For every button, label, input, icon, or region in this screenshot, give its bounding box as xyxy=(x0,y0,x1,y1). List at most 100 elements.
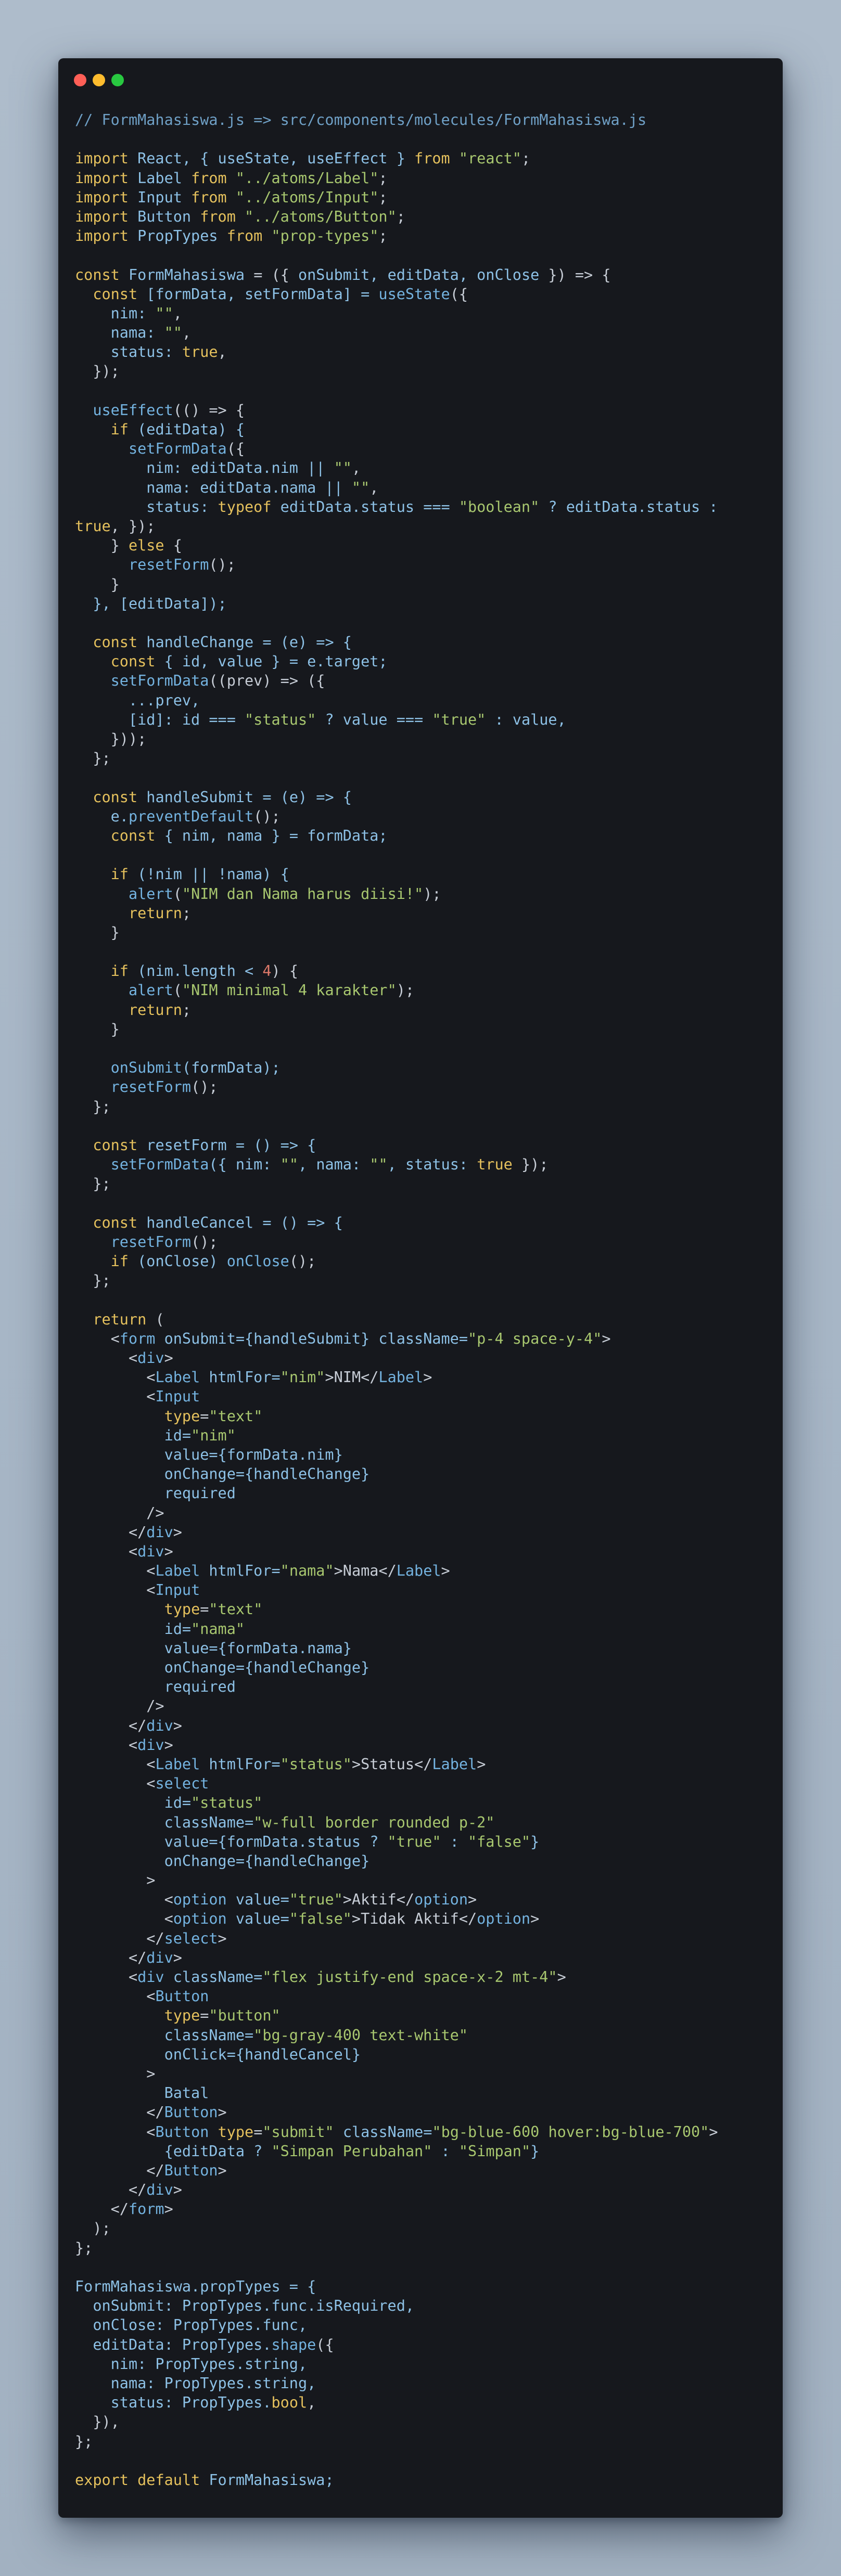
code-token-punct: (); xyxy=(191,1233,218,1251)
code-token-punct: </ xyxy=(75,1523,147,1541)
code-token-punct: }; xyxy=(75,2432,93,2450)
code-token-keyword: from xyxy=(200,208,236,225)
code-line: Batal xyxy=(75,2083,772,2103)
code-token-ident: ...prev, xyxy=(75,691,200,709)
close-window-icon[interactable] xyxy=(74,74,86,86)
code-line: onSubmit: PropTypes.func.isRequired, xyxy=(75,2296,772,2315)
code-token-func: setFormData xyxy=(110,1156,209,1174)
code-token-func: onSubmit xyxy=(110,1059,182,1077)
code-token-keyword: const xyxy=(93,285,138,303)
code-line: <Label htmlFor="nama">Nama</Label> xyxy=(75,1561,772,1580)
code-line: } xyxy=(75,575,772,594)
code-token-punct: > xyxy=(164,1542,173,1560)
code-token-ident: : xyxy=(441,1833,468,1850)
code-token-ident: [formData, setFormData] = xyxy=(137,285,379,303)
code-token-punct: = xyxy=(200,2007,209,2025)
code-token-punct: ; xyxy=(182,1001,192,1019)
code-line: }; xyxy=(75,1097,772,1116)
code-line: // FormMahasiswa.js => src/components/mo… xyxy=(75,110,772,130)
code-token-func: Button xyxy=(155,1988,209,2005)
code-token-ident: value= xyxy=(226,1910,289,1928)
code-token-ident: ? value === xyxy=(316,711,432,728)
code-token-punct: , xyxy=(307,2394,316,2412)
code-line: nim: editData.nim || "", xyxy=(75,458,772,478)
code-block[interactable]: // FormMahasiswa.js => src/components/mo… xyxy=(75,110,772,2490)
code-token-keyword: true xyxy=(182,343,218,361)
code-token-string: "" xyxy=(334,459,352,477)
code-token-string: "nim" xyxy=(191,1426,236,1444)
code-token-func: form xyxy=(128,2200,164,2218)
code-token-ident: id= xyxy=(75,1794,192,1812)
code-token-ident: onChange={handleChange} xyxy=(75,1465,370,1483)
code-token-keyword: return xyxy=(93,1310,147,1328)
code-token-keyword: if xyxy=(110,1253,129,1270)
code-token-ident: [id]: id === xyxy=(75,711,245,728)
maximize-window-icon[interactable] xyxy=(111,74,124,86)
code-token-punct: </ xyxy=(75,2181,147,2199)
code-token-punct: ({ xyxy=(450,285,468,303)
code-token-punct: , xyxy=(351,459,361,477)
code-token-ident: value={formData.status ? xyxy=(75,1833,388,1850)
code-token-ident: nim: xyxy=(75,304,156,322)
code-token-ident: nama: xyxy=(75,324,164,342)
code-token-ident: htmlFor= xyxy=(200,1369,281,1386)
code-token-ident: value= xyxy=(226,1891,289,1909)
code-line: }); xyxy=(75,362,772,381)
code-token-punct: >Status</ xyxy=(351,1755,432,1773)
code-token-func: Input xyxy=(155,1581,200,1599)
code-line: editData: PropTypes.shape({ xyxy=(75,2335,772,2354)
code-token-punct: }); xyxy=(512,1156,549,1174)
code-line: onChange={handleChange} xyxy=(75,1658,772,1677)
code-token-punct: > xyxy=(164,2200,173,2218)
code-token-string: "nim" xyxy=(280,1369,325,1386)
code-token-ident: ? editData.status : xyxy=(539,498,718,516)
code-token-func: setFormData xyxy=(110,672,209,690)
code-token-punct: > xyxy=(602,1330,611,1347)
code-token-punct: /> xyxy=(75,1697,164,1715)
code-token-punct: ; xyxy=(378,169,388,187)
code-token-string: "false" xyxy=(467,1833,531,1850)
code-token-keyword: true xyxy=(477,1156,513,1174)
code-token-ident: nim: editData.nim || xyxy=(75,459,334,477)
code-line: nama: editData.nama || "", xyxy=(75,478,772,497)
code-line: import Input from "../atoms/Input"; xyxy=(75,188,772,207)
code-line: const { id, value } = e.target; xyxy=(75,652,772,671)
code-token-punct: ); xyxy=(75,2220,111,2237)
code-line: ...prev, xyxy=(75,691,772,710)
code-token-ident: value={formData.nama} xyxy=(75,1639,352,1657)
code-token-ident: (nim.length < xyxy=(128,962,263,980)
code-token-keyword: else xyxy=(128,537,164,555)
code-line: e.preventDefault(); xyxy=(75,807,772,826)
code-token-func: resetForm xyxy=(110,1233,192,1251)
code-line: } xyxy=(75,923,772,942)
code-line: import React, { useState, useEffect } fr… xyxy=(75,149,772,168)
minimize-window-icon[interactable] xyxy=(93,74,105,86)
code-line: true, }); xyxy=(75,517,772,536)
code-token-func: Button xyxy=(155,2123,209,2141)
code-line: </div> xyxy=(75,2180,772,2199)
code-token-string: "text" xyxy=(209,1601,263,1618)
code-line: ​ xyxy=(75,845,772,865)
code-token-string: "" xyxy=(369,1156,388,1174)
code-line: ​ xyxy=(75,381,772,401)
code-token-punct: > xyxy=(173,1523,182,1541)
code-token-ident: onSubmit={handleSubmit} className= xyxy=(155,1330,468,1347)
code-token-punct: }), xyxy=(75,2413,120,2431)
code-line: value={formData.nama} xyxy=(75,1639,772,1658)
code-token-func: Label xyxy=(155,1562,200,1580)
code-token-punct: , xyxy=(173,304,182,322)
code-token-keyword: const xyxy=(93,1136,138,1154)
code-token-punct: </ xyxy=(75,2104,164,2121)
code-token-func: form xyxy=(119,1330,156,1347)
